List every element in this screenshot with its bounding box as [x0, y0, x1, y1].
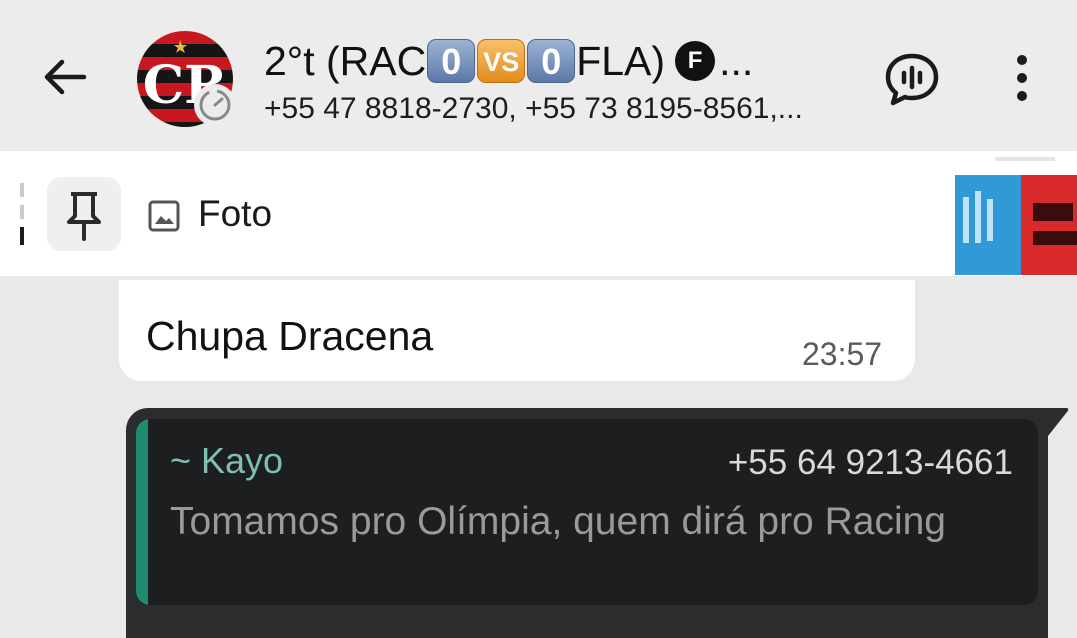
vs-badge: VS [477, 39, 526, 83]
quoted-text: Tomamos pro Olímpia, quem dirá pro Racin… [170, 500, 946, 543]
photo-icon [148, 200, 180, 232]
score-home-badge: 0 [427, 39, 476, 83]
group-title[interactable]: 2°t (RAC 0 VS 0 FLA) F ... [264, 36, 824, 86]
score-away-badge: 0 [527, 39, 576, 83]
title-ellipsis: ... [719, 37, 754, 84]
unpin-button[interactable] [47, 177, 121, 251]
group-participants[interactable]: +55 47 8818-2730, +55 73 8195-8561,... [264, 92, 854, 126]
title-prefix: 2°t (RAC [264, 37, 427, 84]
pinned-label: Foto [198, 193, 273, 234]
bubble-tail [1040, 408, 1069, 438]
quoted-author-phone: +55 64 9213-4661 [727, 443, 1013, 482]
timer-badge-icon [194, 84, 236, 126]
message-time: 23:57 [802, 336, 883, 372]
message-text: Chupa Dracena [146, 313, 434, 359]
quoted-author: ~ Kayo [170, 440, 284, 481]
pin-icon [67, 192, 101, 241]
title-suffix: FLA) [576, 37, 666, 84]
letter-badge: F [675, 41, 716, 81]
pinned-photo-thumbnail[interactable] [955, 151, 1077, 275]
more-options-icon[interactable] [1000, 52, 1044, 104]
quote-accent-bar [136, 419, 148, 605]
pin-position-indicator [20, 183, 24, 245]
back-arrow-icon[interactable] [40, 52, 90, 102]
voice-chat-icon[interactable] [882, 50, 942, 110]
